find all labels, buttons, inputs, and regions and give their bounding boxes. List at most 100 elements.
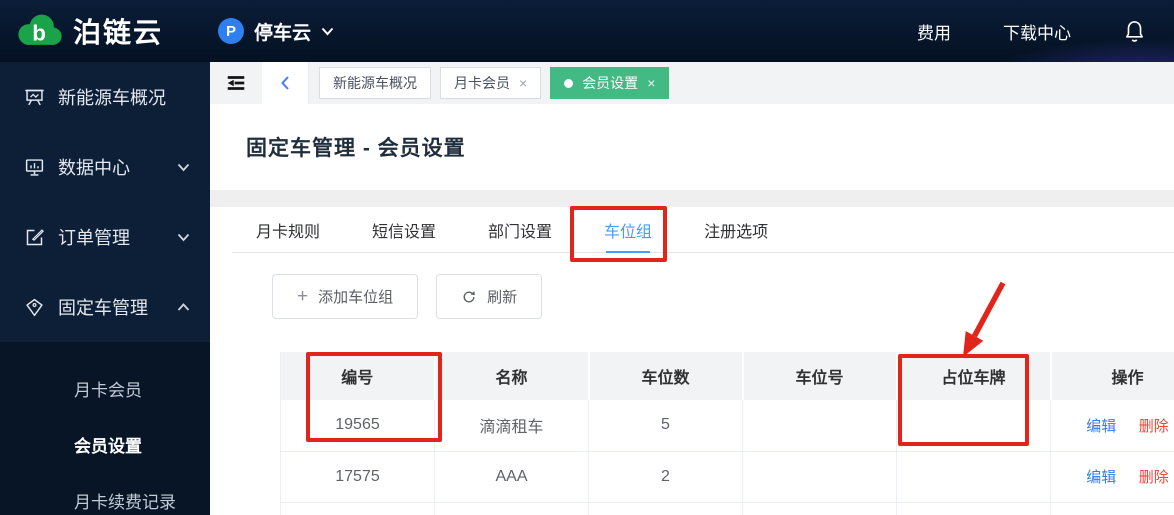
sidebar-submenu: 月卡会员 会员设置 月卡续费记录 [0,342,210,515]
nav-fees[interactable]: 费用 [917,19,951,44]
tab-label: 车位组 [604,223,653,241]
submenu-item-renewal-records[interactable]: 月卡续费记录 [0,472,210,515]
refresh-icon [463,290,475,302]
main-content: 月卡规则 短信设置 部门设置 车位组 注册选项 + 添加车位组 刷新 编号 名称… [210,207,1174,515]
app-name: 停车云 [254,22,312,44]
chevron-down-icon [321,27,334,35]
tab-parking-space-group[interactable]: 车位组 [604,207,653,253]
cloud-b-logo-icon: b [18,14,62,46]
column-header-space-count: 车位数 [588,352,744,400]
page-title-bar: 固定车管理 - 会员设置 [210,104,1174,190]
tab-label: 会员设置 [582,75,639,91]
table-row-partial [280,502,1174,515]
cell-code: 19565 [280,400,435,452]
sidebar-item-fixed-vehicle[interactable]: 固定车管理 [0,272,210,342]
submenu-item-label: 月卡续费记录 [74,492,176,512]
column-header-code: 编号 [280,352,436,400]
chevron-left-icon [281,76,289,90]
sidebar-item-label: 固定车管理 [58,298,148,318]
chevron-down-icon [177,163,190,171]
sidebar-item-label: 订单管理 [58,228,130,248]
submenu-item-label: 月卡会员 [74,380,142,400]
cell-space-no [742,451,897,503]
submenu-item-member-settings[interactable]: 会员设置 [0,416,210,472]
table-toolbar: + 添加车位组 刷新 [210,253,1174,319]
sidebar-item-ev-overview[interactable]: 新能源车概况 [0,62,210,132]
tab-sms-settings[interactable]: 短信设置 [372,207,436,252]
refresh-button[interactable]: 刷新 [436,274,543,319]
tab-label: 月卡规则 [256,223,321,241]
open-tabs: 新能源车概况 月卡会员 × 会员设置 × [319,67,670,99]
cell-space-count: 2 [588,451,743,503]
cell-occupy-plate [896,451,1051,503]
column-header-name: 名称 [434,352,590,400]
app-switcher[interactable]: P 停车云 [218,18,334,45]
ev-overview-icon [25,89,44,105]
column-header-space-no: 车位号 [742,352,898,400]
tab-department-settings[interactable]: 部门设置 [488,207,552,252]
sidebar-item-order-management[interactable]: 订单管理 [0,202,210,272]
header-nav: 费用 下载中心 [917,19,1174,44]
chevron-down-icon [177,233,190,241]
parking-space-group-table: 编号 名称 车位数 车位号 占位车牌 操作 19565 滴滴租车 5 编辑 删除… [280,352,1174,515]
tab-monthly-card-members[interactable]: 月卡会员 × [440,67,542,99]
sidebar-item-label: 数据中心 [58,158,130,178]
nav-download-center[interactable]: 下载中心 [1003,19,1071,44]
notification-bell-icon[interactable] [1123,19,1146,44]
tab-label: 月卡会员 [454,75,510,91]
close-icon[interactable]: × [647,75,655,91]
tab-label: 部门设置 [488,223,553,241]
tab-ev-overview[interactable]: 新能源车概况 [319,67,431,99]
cell-name: 滴滴租车 [434,400,589,452]
edit-link[interactable]: 编辑 [1086,418,1116,435]
tab-label: 新能源车概况 [333,75,417,91]
collapse-sidebar-button[interactable] [210,62,262,104]
tabs-scroll-left-button[interactable] [262,62,309,104]
chevron-up-icon [177,302,190,311]
column-header-actions: 操作 [1050,352,1174,400]
active-tab-dot-icon [564,78,574,88]
close-icon[interactable]: × [519,75,527,91]
cell-actions: 编辑 删除 [1050,400,1174,452]
cell-space-no [742,400,897,452]
brand-name: 泊链云 [73,17,164,48]
collapse-sidebar-icon [227,76,245,90]
edit-link[interactable]: 编辑 [1086,469,1116,486]
page-title: 固定车管理 - 会员设置 [246,137,466,160]
data-center-icon [25,158,44,176]
cell-name: AAA [434,451,589,503]
cell-code: 17575 [280,451,435,503]
table-header-row: 编号 名称 车位数 车位号 占位车牌 操作 [280,352,1174,400]
app-badge-icon: P [218,18,244,44]
fixed-vehicle-icon [26,298,43,316]
tab-monthly-card-rules[interactable]: 月卡规则 [256,207,320,252]
delete-link[interactable]: 删除 [1139,469,1169,486]
add-parking-space-group-button[interactable]: + 添加车位组 [272,274,419,319]
tab-registration-options[interactable]: 注册选项 [704,207,768,252]
sidebar-item-data-center[interactable]: 数据中心 [0,132,210,202]
sidebar-item-label: 新能源车概况 [58,88,166,108]
settings-tabs: 月卡规则 短信设置 部门设置 车位组 注册选项 [232,207,1174,253]
brand-logo: b 泊链云 [0,11,212,51]
top-header: b 泊链云 P 停车云 费用 下载中心 [0,0,1174,62]
button-label: 刷新 [487,289,518,306]
table-row: 19565 滴滴租车 5 编辑 删除 [280,400,1174,452]
button-label: 添加车位组 [318,289,394,306]
open-tabs-bar: 新能源车概况 月卡会员 × 会员设置 × [210,62,1174,104]
section-divider [210,190,1174,207]
tab-label: 短信设置 [372,223,437,241]
delete-link[interactable]: 删除 [1139,418,1169,435]
cell-actions: 编辑 删除 [1050,451,1174,503]
app-window: b 泊链云 P 停车云 费用 下载中心 新能源车概况 数据中心 订单管理 固定车… [0,0,1174,515]
order-management-icon [26,228,44,245]
submenu-item-label: 会员设置 [74,436,142,456]
sidebar: 新能源车概况 数据中心 订单管理 固定车管理 月卡会员 会员设置 月卡续费记录 [0,62,210,515]
plus-icon: + [297,286,309,307]
tab-label: 注册选项 [704,223,769,241]
table-row: 17575 AAA 2 编辑 删除 [280,451,1174,503]
submenu-item-monthly-card-members[interactable]: 月卡会员 [0,360,210,416]
tab-member-settings[interactable]: 会员设置 × [550,67,670,99]
cell-space-count: 5 [588,400,743,452]
svg-text:b: b [32,21,46,46]
cell-occupy-plate [896,400,1051,452]
